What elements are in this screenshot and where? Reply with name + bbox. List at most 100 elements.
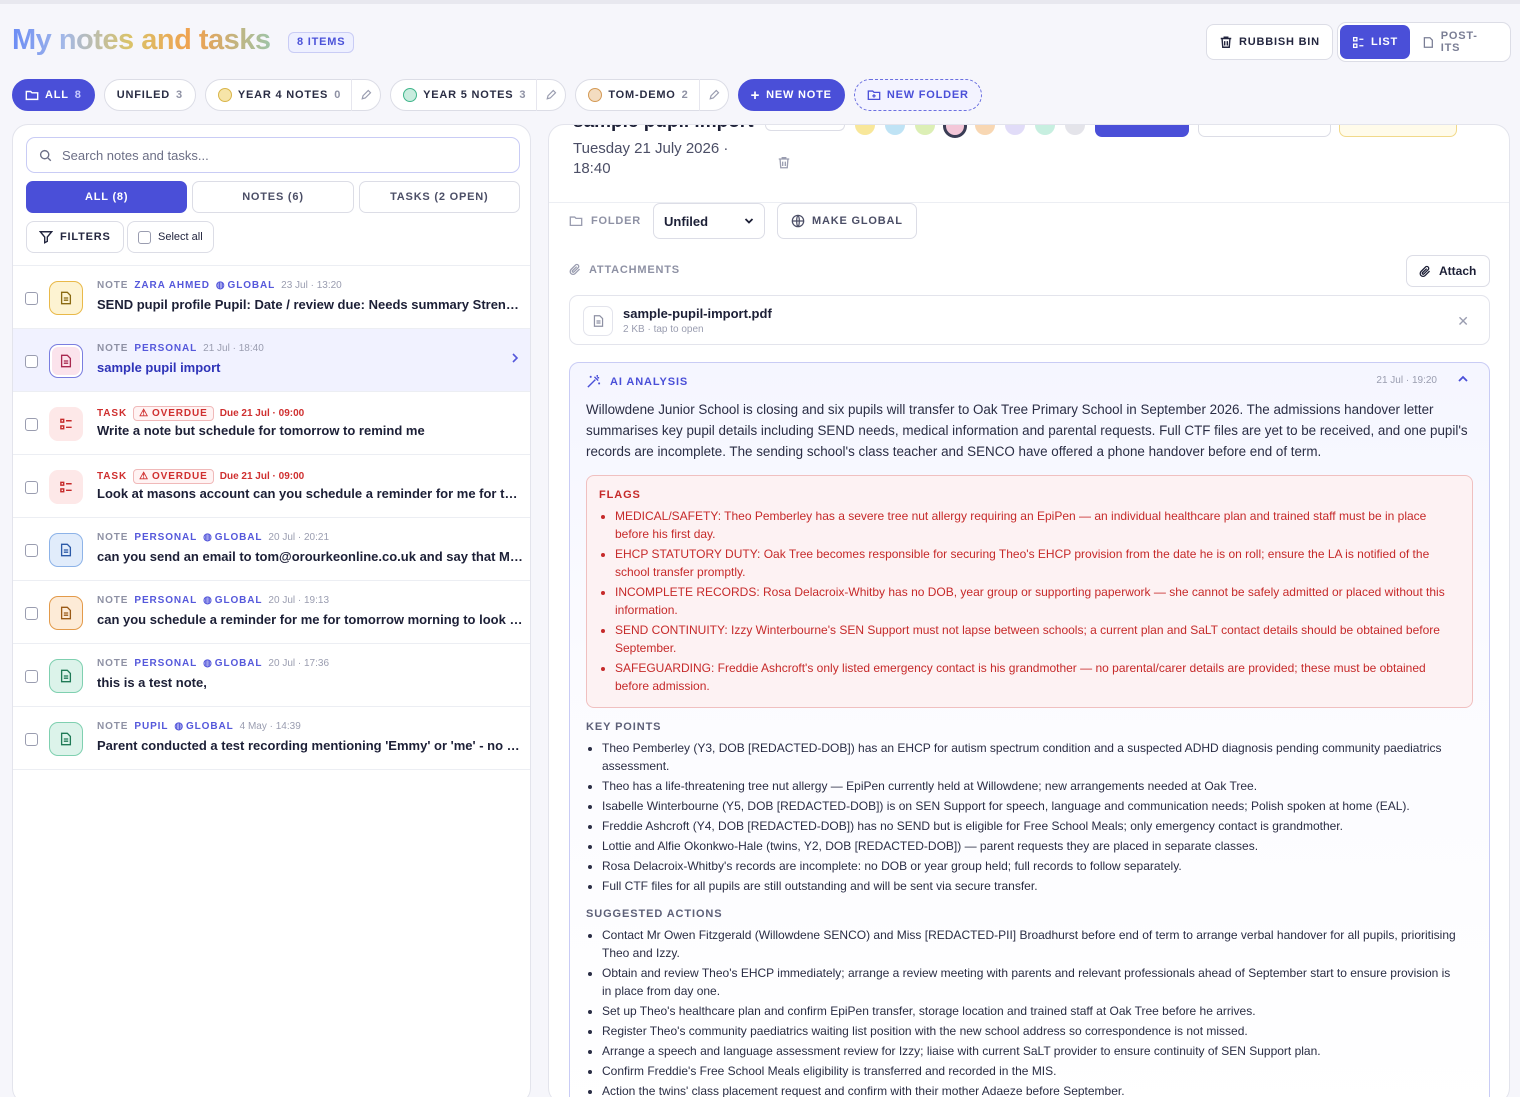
- task-icon: [49, 407, 83, 441]
- color-swatch[interactable]: [885, 125, 905, 135]
- list-item[interactable]: TASK ⚠ OVERDUE Due 21 Jul · 09:00 Look at…: [13, 455, 530, 518]
- key-point-item: Lottie and Alfie Okonkwo-Hale (twins, Y2…: [602, 837, 1462, 855]
- rubbish-bin-button[interactable]: RUBBISH BIN: [1206, 24, 1333, 60]
- color-swatch-selected[interactable]: [943, 125, 967, 138]
- list-item[interactable]: NOTE ZARA AHMED ◍ GLOBAL 23 Jul · 13:20 S…: [13, 266, 530, 329]
- folder-open-icon: [25, 90, 39, 101]
- color-swatch[interactable]: [1065, 125, 1085, 135]
- list-item[interactable]: NOTE PERSONAL ◍ GLOBAL 20 Jul · 20:21 can…: [13, 518, 530, 581]
- row-checkbox[interactable]: [25, 733, 38, 746]
- global-label: GLOBAL: [185, 721, 234, 732]
- folder-label: FOLDER: [591, 215, 642, 227]
- edit-folder-icon[interactable]: [698, 79, 720, 111]
- item-kind: NOTE: [97, 532, 129, 543]
- search-input[interactable]: Search notes and tasks...: [26, 137, 520, 173]
- note-title[interactable]: sample pupil import: [573, 125, 754, 133]
- overdue-label: OVERDUE: [151, 408, 208, 419]
- attach-button[interactable]: Attach: [1406, 255, 1490, 287]
- color-swatch[interactable]: [1005, 125, 1025, 135]
- folder-tab-count: 3: [519, 89, 527, 101]
- note-detail-panel: sample pupil import Tuesday 21 July 2026…: [548, 124, 1510, 1097]
- folder-tab-year-4-notes[interactable]: YEAR 4 NOTES 0: [204, 79, 382, 111]
- list-item[interactable]: NOTE PUPIL ◍ GLOBAL 4 May · 14:39 Parent …: [13, 707, 530, 770]
- item-owner: PERSONAL: [134, 595, 198, 606]
- top-divider: [0, 0, 1520, 4]
- item-title: sample pupil import: [97, 360, 221, 375]
- row-checkbox[interactable]: [25, 292, 38, 305]
- overdue-badge: ⚠ OVERDUE: [133, 406, 214, 421]
- warning-icon: ⚠: [139, 408, 149, 419]
- folder-tab-label: ALL: [45, 89, 69, 101]
- item-owner: PERSONAL: [134, 532, 198, 543]
- attachment-file[interactable]: sample-pupil-import.pdf 2 KB · tap to op…: [569, 295, 1490, 345]
- reminder-button[interactable]: [1198, 125, 1331, 137]
- save-button[interactable]: [1095, 125, 1189, 137]
- make-global-button[interactable]: MAKE GLOBAL: [777, 203, 917, 239]
- collapse-icon[interactable]: [1457, 373, 1469, 387]
- filter-tab-tasks[interactable]: TASKS (2 OPEN): [358, 181, 520, 213]
- global-label: GLOBAL: [214, 532, 263, 543]
- note-icon: [49, 596, 83, 630]
- folder-row: FOLDER Unfiled MAKE GLOBAL: [569, 203, 917, 239]
- filter-tab-all[interactable]: ALL (8): [26, 181, 188, 213]
- globe-icon: ◍: [203, 532, 213, 543]
- flag-item: MEDICAL/SAFETY: Theo Pemberley has a sev…: [615, 507, 1460, 543]
- folder-tab-tom-demo[interactable]: TOM-DEMO 2: [575, 79, 729, 111]
- globe-icon: ◍: [203, 595, 213, 606]
- color-swatch[interactable]: [975, 125, 995, 135]
- new-folder-button[interactable]: NEW FOLDER: [853, 79, 982, 111]
- color-swatch[interactable]: [855, 125, 875, 135]
- row-checkbox[interactable]: [25, 355, 38, 368]
- folder-tab-unfiled[interactable]: UNFILED 3: [103, 79, 196, 111]
- view-list-button[interactable]: LIST: [1340, 25, 1411, 59]
- remove-attachment-icon[interactable]: ✕: [1457, 313, 1469, 330]
- folder-select[interactable]: Unfiled: [653, 203, 766, 239]
- filters-button[interactable]: FILTERS: [26, 221, 124, 253]
- note-icon: [49, 533, 83, 567]
- edit-folder-icon[interactable]: [351, 79, 372, 111]
- row-checkbox[interactable]: [25, 481, 38, 494]
- list-item-selected[interactable]: NOTE PERSONAL 21 Jul · 18:40 sample pupi…: [13, 329, 530, 392]
- color-swatch[interactable]: [1035, 125, 1055, 135]
- folder-tab-year-5-notes[interactable]: YEAR 5 NOTES 3: [390, 79, 567, 111]
- flag-item: INCOMPLETE RECORDS: Rosa Delacroix-Whitb…: [615, 583, 1460, 619]
- item-title: SEND pupil profile Pupil: Date / review …: [97, 297, 523, 312]
- overdue-label: OVERDUE: [151, 471, 208, 482]
- list-icon: [1352, 36, 1364, 48]
- ai-analysis-heading: AI ANALYSIS: [586, 374, 688, 389]
- row-checkbox[interactable]: [25, 544, 38, 557]
- ai-analysis-label: AI ANALYSIS: [610, 375, 689, 388]
- view-toggle: LIST POST-ITS: [1337, 22, 1511, 62]
- delete-note-icon[interactable]: [777, 155, 791, 175]
- item-kind: NOTE: [97, 721, 129, 732]
- paperclip-icon: [1419, 265, 1431, 277]
- list-item[interactable]: TASK ⚠ OVERDUE Due 21 Jul · 09:00 Write a…: [13, 392, 530, 455]
- view-postits-button[interactable]: POST-ITS: [1410, 25, 1508, 59]
- postit-icon: [1423, 36, 1434, 48]
- row-checkbox[interactable]: [25, 607, 38, 620]
- edit-folder-icon[interactable]: [536, 79, 557, 111]
- folder-tab-all[interactable]: ALL 8: [12, 79, 95, 111]
- task-icon: [49, 470, 83, 504]
- item-owner: PERSONAL: [134, 658, 198, 669]
- globe-icon: [791, 214, 805, 228]
- filter-tab-notes[interactable]: NOTES (6): [192, 181, 354, 213]
- color-swatch[interactable]: [915, 125, 935, 135]
- flags-box: FLAGS MEDICAL/SAFETY: Theo Pemberley has…: [586, 475, 1473, 708]
- paperclip-icon: [569, 263, 581, 276]
- folder-tab-count: 2: [681, 89, 689, 101]
- convert-button[interactable]: [1339, 125, 1457, 137]
- action-item: Register Theo's community paediatrics wa…: [602, 1022, 1462, 1040]
- new-note-button[interactable]: + NEW NOTE: [737, 79, 845, 111]
- row-checkbox[interactable]: [25, 670, 38, 683]
- list-item[interactable]: NOTE PERSONAL ◍ GLOBAL 20 Jul · 17:36 thi…: [13, 644, 530, 707]
- note-type-select[interactable]: [765, 125, 845, 131]
- row-checkbox[interactable]: [25, 418, 38, 431]
- list-item[interactable]: NOTE PERSONAL ◍ GLOBAL 20 Jul · 19:13 can…: [13, 581, 530, 644]
- item-kind: NOTE: [97, 658, 129, 669]
- select-all-checkbox[interactable]: Select all: [127, 221, 214, 253]
- key-points-list: Theo Pemberley (Y3, DOB [REDACTED-DOB]) …: [602, 739, 1462, 897]
- item-due: Due 21 Jul · 09:00: [219, 408, 305, 419]
- file-name: sample-pupil-import.pdf: [623, 306, 772, 321]
- filter-icon: [39, 231, 53, 244]
